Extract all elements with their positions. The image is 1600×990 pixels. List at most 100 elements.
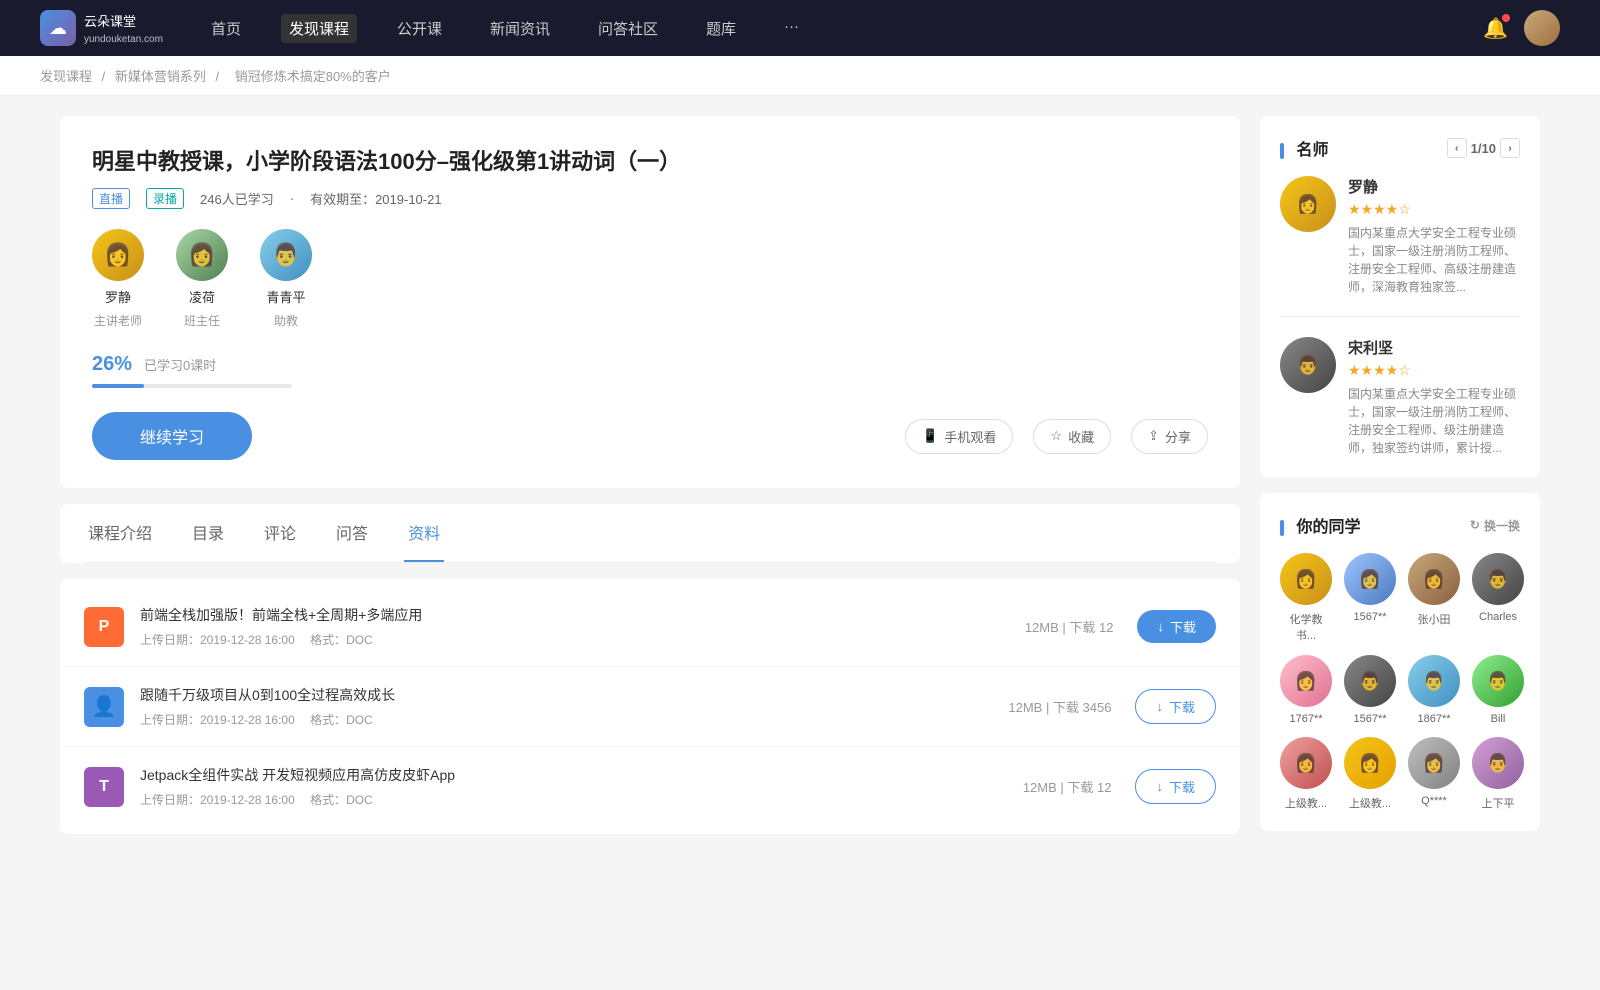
title-bar-teachers xyxy=(1280,143,1284,159)
classmate-8-avatar: 👨 xyxy=(1472,655,1524,707)
logo[interactable]: ☁ 云朵课堂yundouketan.com xyxy=(40,10,163,46)
classmate-6-name: 1567** xyxy=(1353,713,1386,725)
tab-intro[interactable]: 课程介绍 xyxy=(84,504,156,562)
share-button[interactable]: ⇪ 分享 xyxy=(1131,419,1208,454)
user-avatar[interactable] xyxy=(1524,10,1560,46)
nav-discover[interactable]: 发现课程 xyxy=(281,14,357,43)
sidebar-teacher-2-avatar: 👨 xyxy=(1280,337,1336,393)
progress-percentage: 26% xyxy=(92,353,132,376)
teachers-pagination: ‹ 1/10 › xyxy=(1447,138,1520,158)
classmates-grid: 👩 化学教书... 👩 1567** 👩 张小田 xyxy=(1280,553,1520,811)
notification-dot xyxy=(1502,14,1510,22)
notification-icon[interactable]: 🔔 xyxy=(1483,16,1508,41)
classmate-4-avatar: 👨 xyxy=(1472,553,1524,605)
classmate-5: 👩 1767** xyxy=(1280,655,1332,725)
resource-icon-3: T xyxy=(84,767,124,807)
sidebar-teacher-2: 👨 宋利坚 ★★★★☆ 国内某重点大学安全工程专业硕士，国家一级注册消防工程师、… xyxy=(1280,337,1520,457)
resource-meta-3: 上传日期：2019-12-28 16:00 格式：DOC xyxy=(140,791,1023,808)
valid-until: · xyxy=(290,191,294,206)
classmate-3: 👩 张小田 xyxy=(1408,553,1460,643)
classmate-11-name: Q**** xyxy=(1421,795,1447,807)
classmate-6-avatar: 👨 xyxy=(1344,655,1396,707)
share-label: 分享 xyxy=(1165,427,1191,446)
classmate-10: 👩 上级教... xyxy=(1344,737,1396,811)
valid-until-text: 有效期至：2019-10-21 xyxy=(310,189,442,208)
teacher-1-name: 罗静 xyxy=(105,287,131,306)
teacher-3-name: 青青平 xyxy=(266,287,305,306)
teacher-1: 👩 罗静 主讲老师 xyxy=(92,229,144,329)
teacher-3-role: 助教 xyxy=(274,312,298,329)
nav-items: 首页 发现课程 公开课 新闻资讯 问答社区 题库 ··· xyxy=(203,14,1483,43)
breadcrumb-link-1[interactable]: 发现课程 xyxy=(40,69,92,84)
resource-info-3: Jetpack全组件实战 开发短视频应用高仿皮皮虾App 上传日期：2019-1… xyxy=(140,765,1023,808)
breadcrumb-current: 销冠修炼术搞定80%的客户 xyxy=(235,69,391,84)
teacher-1-role: 主讲老师 xyxy=(94,312,142,329)
logo-text: 云朵课堂yundouketan.com xyxy=(84,11,163,45)
download-icon-3: ↓ xyxy=(1156,779,1163,794)
teachers-prev-button[interactable]: ‹ xyxy=(1447,138,1467,158)
resource-info-2: 跟随千万级项目从0到100全过程高效成长 上传日期：2019-12-28 16:… xyxy=(140,685,1008,728)
download-icon-1: ↓ xyxy=(1157,619,1164,634)
resource-meta-2: 上传日期：2019-12-28 16:00 格式：DOC xyxy=(140,711,1008,728)
teachers-next-button[interactable]: › xyxy=(1500,138,1520,158)
progress-fill xyxy=(92,384,144,388)
classmate-7-name: 1867** xyxy=(1417,713,1450,725)
classmate-5-avatar: 👩 xyxy=(1280,655,1332,707)
classmate-1-name: 化学教书... xyxy=(1280,611,1332,643)
resource-title-2: 跟随千万级项目从0到100全过程高效成长 xyxy=(140,685,1008,705)
refresh-classmates-button[interactable]: ↻ 换一换 xyxy=(1470,517,1520,534)
classmate-8: 👨 Bill xyxy=(1472,655,1524,725)
teacher-2: 👩 凌荷 班主任 xyxy=(176,229,228,329)
classmate-10-name: 上级教... xyxy=(1349,795,1391,811)
tab-review[interactable]: 评论 xyxy=(260,504,300,562)
resource-meta-1: 上传日期：2019-12-28 16:00 格式：DOC xyxy=(140,631,1025,648)
classmate-9: 👩 上级教... xyxy=(1280,737,1332,811)
resource-info-1: 前端全栈加强版！前端全栈+全周期+多端应用 上传日期：2019-12-28 16… xyxy=(140,605,1025,648)
sidebar-teacher-2-name: 宋利坚 xyxy=(1348,337,1520,358)
sidebar-teacher-1-name: 罗静 xyxy=(1348,176,1520,197)
watch-phone-button[interactable]: 📱 手机观看 xyxy=(905,419,1013,454)
resource-icon-1: P xyxy=(84,607,124,647)
classmate-11: 👩 Q**** xyxy=(1408,737,1460,811)
collect-button[interactable]: ☆ 收藏 xyxy=(1033,419,1111,454)
breadcrumb-sep-2: / xyxy=(216,69,223,84)
sidebar-teacher-1: 👩 罗静 ★★★★☆ 国内某重点大学安全工程专业硕士，国家一级注册消防工程师、注… xyxy=(1280,176,1520,317)
nav-qa[interactable]: 问答社区 xyxy=(590,14,666,43)
classmate-1-avatar: 👩 xyxy=(1280,553,1332,605)
classmate-2-name: 1567** xyxy=(1353,611,1386,623)
nav-home[interactable]: 首页 xyxy=(203,14,249,43)
tab-catalog[interactable]: 目录 xyxy=(188,504,228,562)
classmate-9-name: 上级教... xyxy=(1285,795,1327,811)
nav-open[interactable]: 公开课 xyxy=(389,14,450,43)
nav-quiz[interactable]: 题库 xyxy=(698,14,744,43)
download-button-2[interactable]: ↓ 下载 xyxy=(1135,689,1216,724)
tab-resources[interactable]: 资料 xyxy=(404,504,444,562)
continue-learning-button[interactable]: 继续学习 xyxy=(92,412,252,460)
course-title: 明星中教授课，小学阶段语法100分–强化级第1讲动词（一） xyxy=(92,144,1208,176)
download-button-1[interactable]: ↓ 下载 xyxy=(1137,610,1216,643)
classmates-label: 你的同学 xyxy=(1296,519,1360,536)
classmate-2-avatar: 👩 xyxy=(1344,553,1396,605)
classmate-11-avatar: 👩 xyxy=(1408,737,1460,789)
teachers-card-title: 名师 ‹ 1/10 › xyxy=(1280,136,1520,160)
tab-qa[interactable]: 问答 xyxy=(332,504,372,562)
classmate-12-avatar: 👨 xyxy=(1472,737,1524,789)
actions-row: 继续学习 📱 手机观看 ☆ 收藏 ⇪ 分享 xyxy=(92,412,1208,460)
classmate-2: 👩 1567** xyxy=(1344,553,1396,643)
download-button-3[interactable]: ↓ 下载 xyxy=(1135,769,1216,804)
resource-icon-2: 👤 xyxy=(84,687,124,727)
classmate-7-avatar: 👨 xyxy=(1408,655,1460,707)
course-meta: 直播 录播 246人已学习 · 有效期至：2019-10-21 xyxy=(92,188,1208,209)
title-bar-classmates xyxy=(1280,520,1284,536)
teacher-1-avatar: 👩 xyxy=(92,229,144,281)
classmate-7: 👨 1867** xyxy=(1408,655,1460,725)
nav-more[interactable]: ··· xyxy=(776,14,807,43)
logo-icon: ☁ xyxy=(40,10,76,46)
nav-news[interactable]: 新闻资讯 xyxy=(482,14,558,43)
content-left: 明星中教授课，小学阶段语法100分–强化级第1讲动词（一） 直播 录播 246人… xyxy=(60,116,1240,847)
classmate-3-name: 张小田 xyxy=(1418,611,1451,627)
classmate-3-avatar: 👩 xyxy=(1408,553,1460,605)
breadcrumb-link-2[interactable]: 新媒体营销系列 xyxy=(115,69,206,84)
classmate-1: 👩 化学教书... xyxy=(1280,553,1332,643)
progress-sublabel: 已学习0课时 xyxy=(144,355,216,374)
